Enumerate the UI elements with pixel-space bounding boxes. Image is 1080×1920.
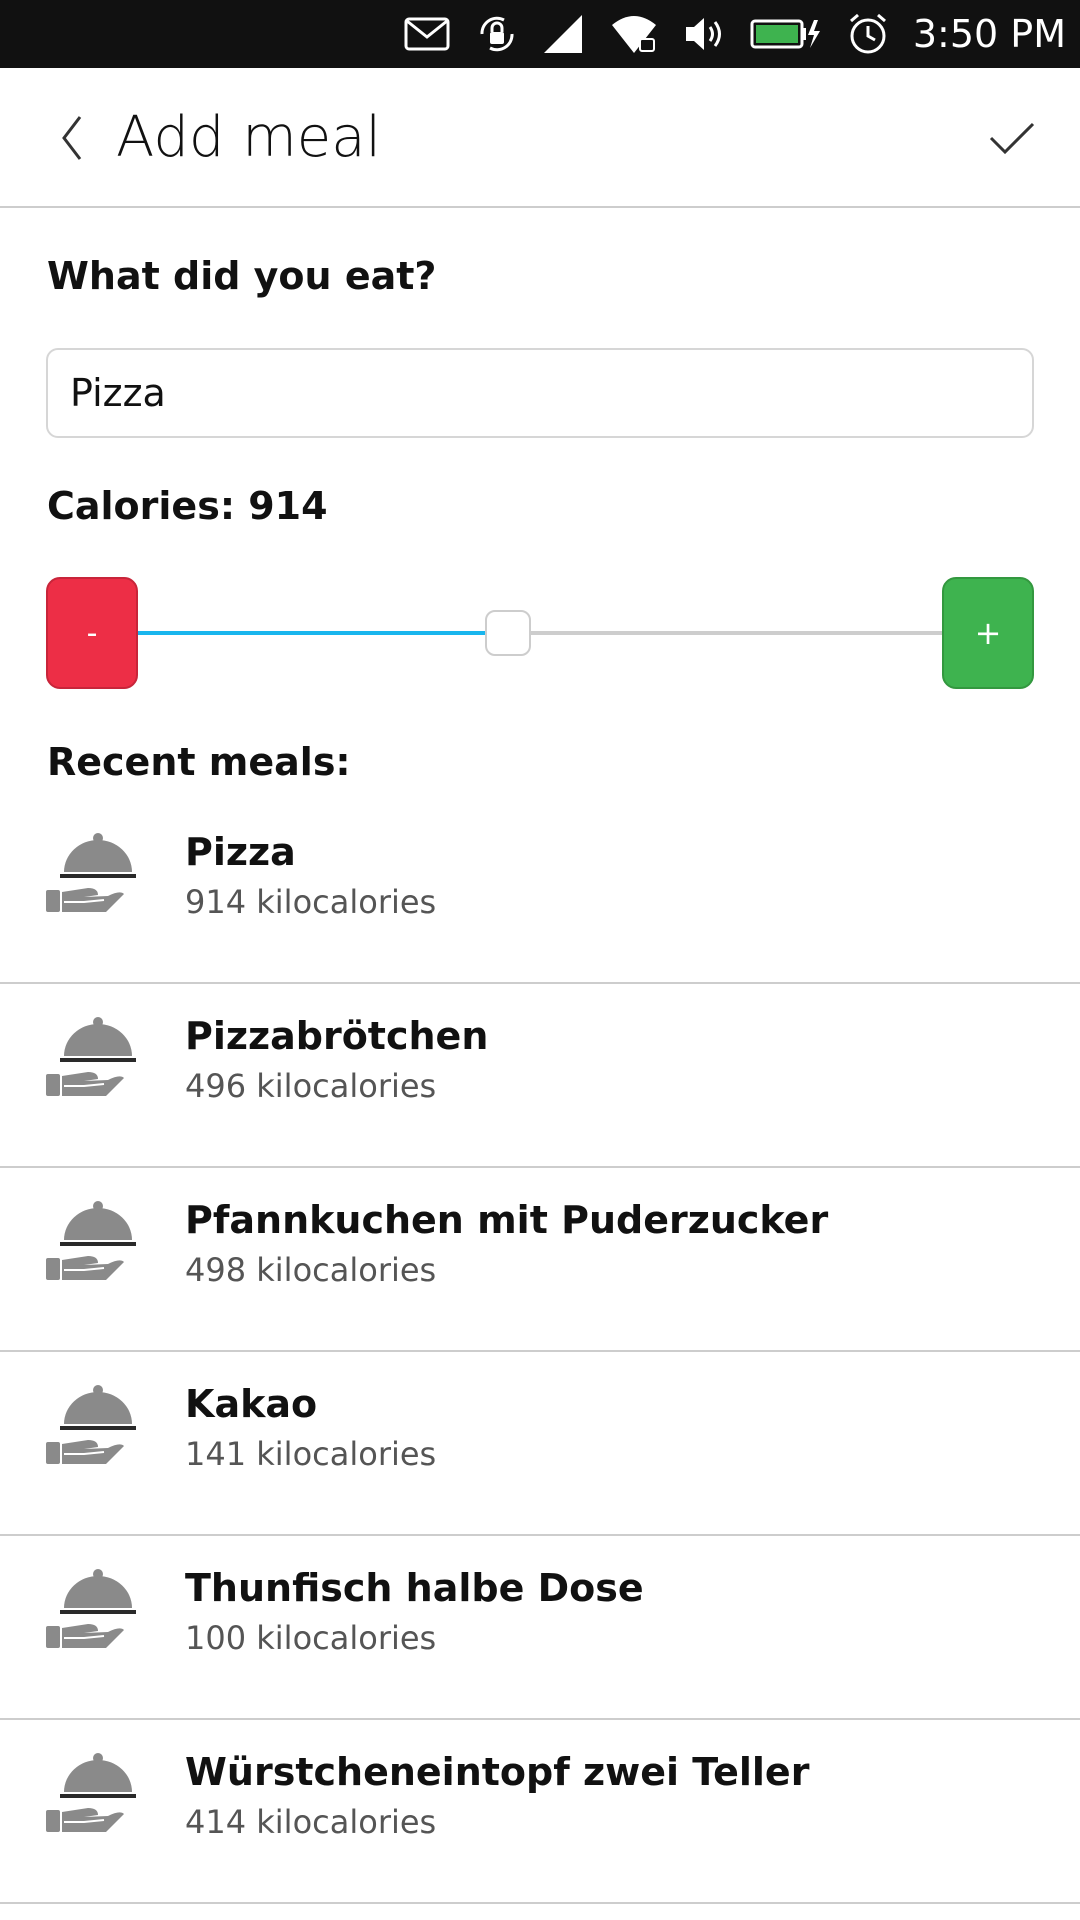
cloche-serving-hand-icon	[46, 1201, 136, 1280]
recent-meals-list: Pizza 914 kilocalories Pizzabrötchen 496 k…	[0, 800, 1080, 1904]
meal-name: Pizza	[185, 830, 296, 874]
meal-calories: 100 kilocalories	[185, 1619, 437, 1657]
meal-name-input[interactable]: Pizza	[46, 348, 1034, 438]
meal-calories: 914 kilocalories	[185, 883, 437, 921]
decrease-calories-button[interactable]: -	[46, 577, 138, 689]
slider-thumb[interactable]	[484, 610, 531, 656]
signal-icon	[542, 0, 584, 68]
meal-calories: 496 kilocalories	[185, 1067, 437, 1105]
chevron-left-icon	[62, 116, 82, 160]
question-label: What did you eat?	[47, 254, 437, 298]
cloche-serving-hand-icon	[46, 1753, 136, 1832]
checkmark-icon	[989, 122, 1035, 155]
cloche-serving-hand-icon	[46, 1569, 136, 1648]
list-item[interactable]: Würstcheneintopf zwei Teller 414 kilocalo…	[0, 1720, 1080, 1904]
meal-name: Kakao	[185, 1382, 318, 1426]
meal-name: Pfannkuchen mit Puderzucker	[185, 1198, 829, 1242]
calories-label: Calories: 914	[47, 484, 328, 528]
list-item[interactable]: Pfannkuchen mit Puderzucker 498 kilocalor…	[0, 1168, 1080, 1352]
confirm-button[interactable]	[980, 106, 1044, 170]
list-item[interactable]: Pizza 914 kilocalories	[0, 800, 1080, 984]
rotation-lock-icon	[474, 0, 520, 68]
status-time: 3:50 PM	[912, 12, 1066, 56]
list-item[interactable]: Pizzabrötchen 496 kilocalories	[0, 984, 1080, 1168]
meal-calories: 414 kilocalories	[185, 1803, 437, 1841]
meal-calories: 141 kilocalories	[185, 1435, 437, 1473]
mail-icon	[404, 0, 450, 68]
cloche-serving-hand-icon	[46, 833, 136, 912]
meal-name: Würstcheneintopf zwei Teller	[185, 1750, 810, 1794]
list-item[interactable]: Kakao 141 kilocalories	[0, 1352, 1080, 1536]
meal-name: Thunfisch halbe Dose	[185, 1566, 644, 1610]
recent-meals-label: Recent meals:	[47, 740, 351, 784]
wifi-icon	[610, 0, 658, 68]
back-button[interactable]	[44, 108, 100, 168]
meal-calories: 498 kilocalories	[185, 1251, 437, 1289]
battery-charging-icon	[750, 0, 822, 68]
meal-name: Pizzabrötchen	[185, 1014, 489, 1058]
volume-icon	[684, 0, 728, 68]
cloche-serving-hand-icon	[46, 1385, 136, 1464]
slider-fill	[138, 631, 508, 635]
page-title: Add meal	[116, 105, 382, 170]
app-header: Add meal	[0, 68, 1080, 208]
calories-slider[interactable]	[138, 610, 942, 656]
list-item[interactable]: Thunfisch halbe Dose 100 kilocalories	[0, 1536, 1080, 1720]
status-bar: 3:50 PM	[0, 0, 1080, 68]
alarm-icon	[846, 0, 890, 68]
cloche-serving-hand-icon	[46, 1017, 136, 1096]
increase-calories-button[interactable]: +	[942, 577, 1034, 689]
